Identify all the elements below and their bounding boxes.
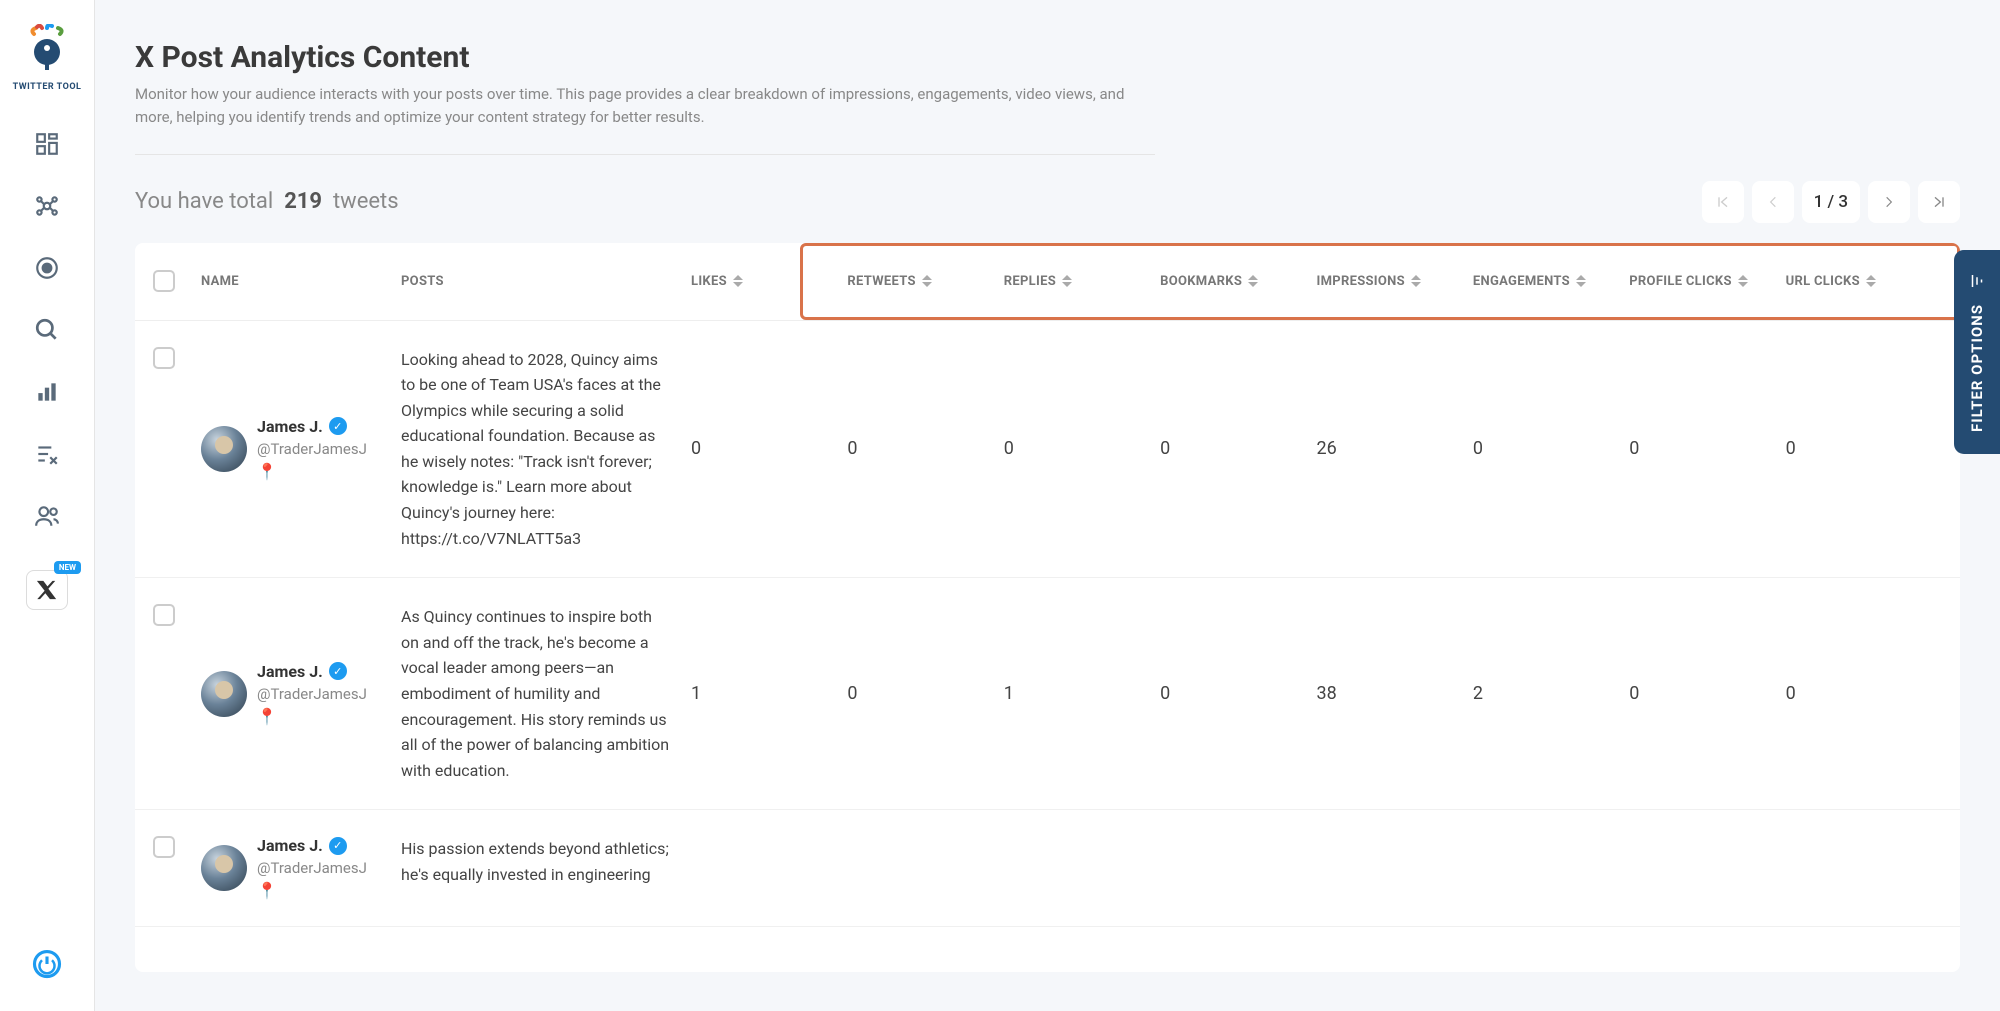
sort-retweets[interactable] (922, 275, 932, 287)
cell-retweets: 0 (847, 438, 1003, 459)
cell-likes: 0 (691, 438, 847, 459)
col-name: NAME (201, 274, 401, 289)
pagination: 1 / 3 (1702, 181, 1960, 223)
dashboard-icon[interactable] (33, 130, 61, 158)
table-row: James J. ✓ @TraderJamesJ 📍 As Quincy con… (135, 578, 1960, 810)
user-handle: @TraderJamesJ (257, 685, 367, 703)
cell-url-clicks: 0 (1786, 438, 1942, 459)
table-row: James J. ✓ @TraderJamesJ 📍 His passion e… (135, 810, 1960, 927)
sort-impressions[interactable] (1411, 275, 1421, 287)
cell-url-clicks: 0 (1786, 683, 1942, 704)
cell-replies: 0 (1004, 438, 1160, 459)
user-cell: James J. ✓ @TraderJamesJ 📍 (201, 836, 401, 900)
row-checkbox[interactable] (153, 836, 175, 858)
power-button[interactable] (30, 947, 64, 981)
user-name: James J. (257, 417, 323, 436)
nav-menu: NEW (26, 130, 68, 610)
cell-engagements: 0 (1473, 438, 1629, 459)
tweet-count-summary: You have total 219 tweets (135, 189, 399, 214)
col-retweets: RETWEETS (847, 274, 1003, 289)
cell-impressions: 38 (1317, 683, 1473, 704)
avatar[interactable] (201, 845, 247, 891)
geo-pin-icon: 📍 (257, 707, 367, 726)
user-handle: @TraderJamesJ (257, 440, 367, 458)
new-badge: NEW (54, 561, 81, 574)
cell-retweets: 0 (847, 683, 1003, 704)
search-icon[interactable] (33, 316, 61, 344)
user-handle: @TraderJamesJ (257, 859, 367, 877)
verified-icon: ✓ (329, 662, 347, 680)
post-text: As Quincy continues to inspire both on a… (401, 604, 691, 783)
analytics-table: NAME POSTS LIKES RETWEETS REPLIES BOOKMA… (135, 243, 1960, 972)
sort-bookmarks[interactable] (1248, 275, 1258, 287)
network-icon[interactable] (33, 192, 61, 220)
target-icon[interactable] (33, 254, 61, 282)
prev-page-button[interactable] (1752, 181, 1794, 223)
analytics-icon[interactable] (33, 378, 61, 406)
sort-engagements[interactable] (1576, 275, 1586, 287)
sort-replies[interactable] (1062, 275, 1072, 287)
col-likes: LIKES (691, 274, 847, 289)
user-cell: James J. ✓ @TraderJamesJ 📍 (201, 662, 401, 726)
next-page-button[interactable] (1868, 181, 1910, 223)
first-page-button[interactable] (1702, 181, 1744, 223)
cell-profile-clicks: 0 (1629, 438, 1785, 459)
select-all-checkbox[interactable] (153, 270, 175, 292)
x-platform-button[interactable]: NEW (26, 570, 68, 610)
col-engagements: ENGAGEMENTS (1473, 274, 1629, 289)
table-header: NAME POSTS LIKES RETWEETS REPLIES BOOKMA… (135, 243, 1960, 321)
col-profile-clicks: PROFILE CLICKS (1629, 274, 1785, 289)
logo[interactable]: TWITTER TOOL (13, 24, 82, 92)
user-cell: James J. ✓ @TraderJamesJ 📍 (201, 417, 401, 481)
cell-bookmarks: 0 (1160, 683, 1316, 704)
main-content: X Post Analytics Content Monitor how you… (95, 0, 2000, 1011)
col-impressions: IMPRESSIONS (1317, 274, 1473, 289)
col-posts: POSTS (401, 274, 691, 289)
cell-engagements: 2 (1473, 683, 1629, 704)
sort-likes[interactable] (733, 275, 743, 287)
geo-pin-icon: 📍 (257, 881, 367, 900)
page-subtitle: Monitor how your audience interacts with… (135, 83, 1155, 155)
filter-icon (1968, 272, 1986, 290)
col-bookmarks: BOOKMARKS (1160, 274, 1316, 289)
user-name: James J. (257, 836, 323, 855)
cell-impressions: 26 (1317, 438, 1473, 459)
col-replies: REPLIES (1004, 274, 1160, 289)
list-remove-icon[interactable] (33, 440, 61, 468)
last-page-button[interactable] (1918, 181, 1960, 223)
table-body: James J. ✓ @TraderJamesJ 📍 Looking ahead… (135, 321, 1960, 972)
geo-pin-icon: 📍 (257, 462, 367, 481)
user-name: James J. (257, 662, 323, 681)
table-row: James J. ✓ @TraderJamesJ 📍 Looking ahead… (135, 321, 1960, 579)
page-title: X Post Analytics Content (135, 40, 1960, 75)
users-icon[interactable] (33, 502, 61, 530)
verified-icon: ✓ (329, 837, 347, 855)
post-text: His passion extends beyond athletics; he… (401, 836, 691, 887)
filter-options-tab[interactable]: FILTER OPTIONS (1954, 250, 2000, 454)
cell-bookmarks: 0 (1160, 438, 1316, 459)
avatar[interactable] (201, 426, 247, 472)
row-checkbox[interactable] (153, 347, 175, 369)
summary-row: You have total 219 tweets 1 / 3 (135, 181, 1960, 223)
page-indicator: 1 / 3 (1802, 181, 1860, 223)
cell-profile-clicks: 0 (1629, 683, 1785, 704)
row-checkbox[interactable] (153, 604, 175, 626)
sidebar: TWITTER TOOL (0, 0, 95, 1011)
verified-icon: ✓ (329, 417, 347, 435)
col-url-clicks: URL CLICKS (1786, 274, 1942, 289)
sort-profile-clicks[interactable] (1738, 275, 1748, 287)
cell-replies: 1 (1004, 683, 1160, 704)
logo-text: TWITTER TOOL (13, 82, 82, 92)
post-text: Looking ahead to 2028, Quincy aims to be… (401, 347, 691, 552)
avatar[interactable] (201, 671, 247, 717)
sort-url-clicks[interactable] (1866, 275, 1876, 287)
logo-icon (22, 24, 72, 74)
cell-likes: 1 (691, 683, 847, 704)
